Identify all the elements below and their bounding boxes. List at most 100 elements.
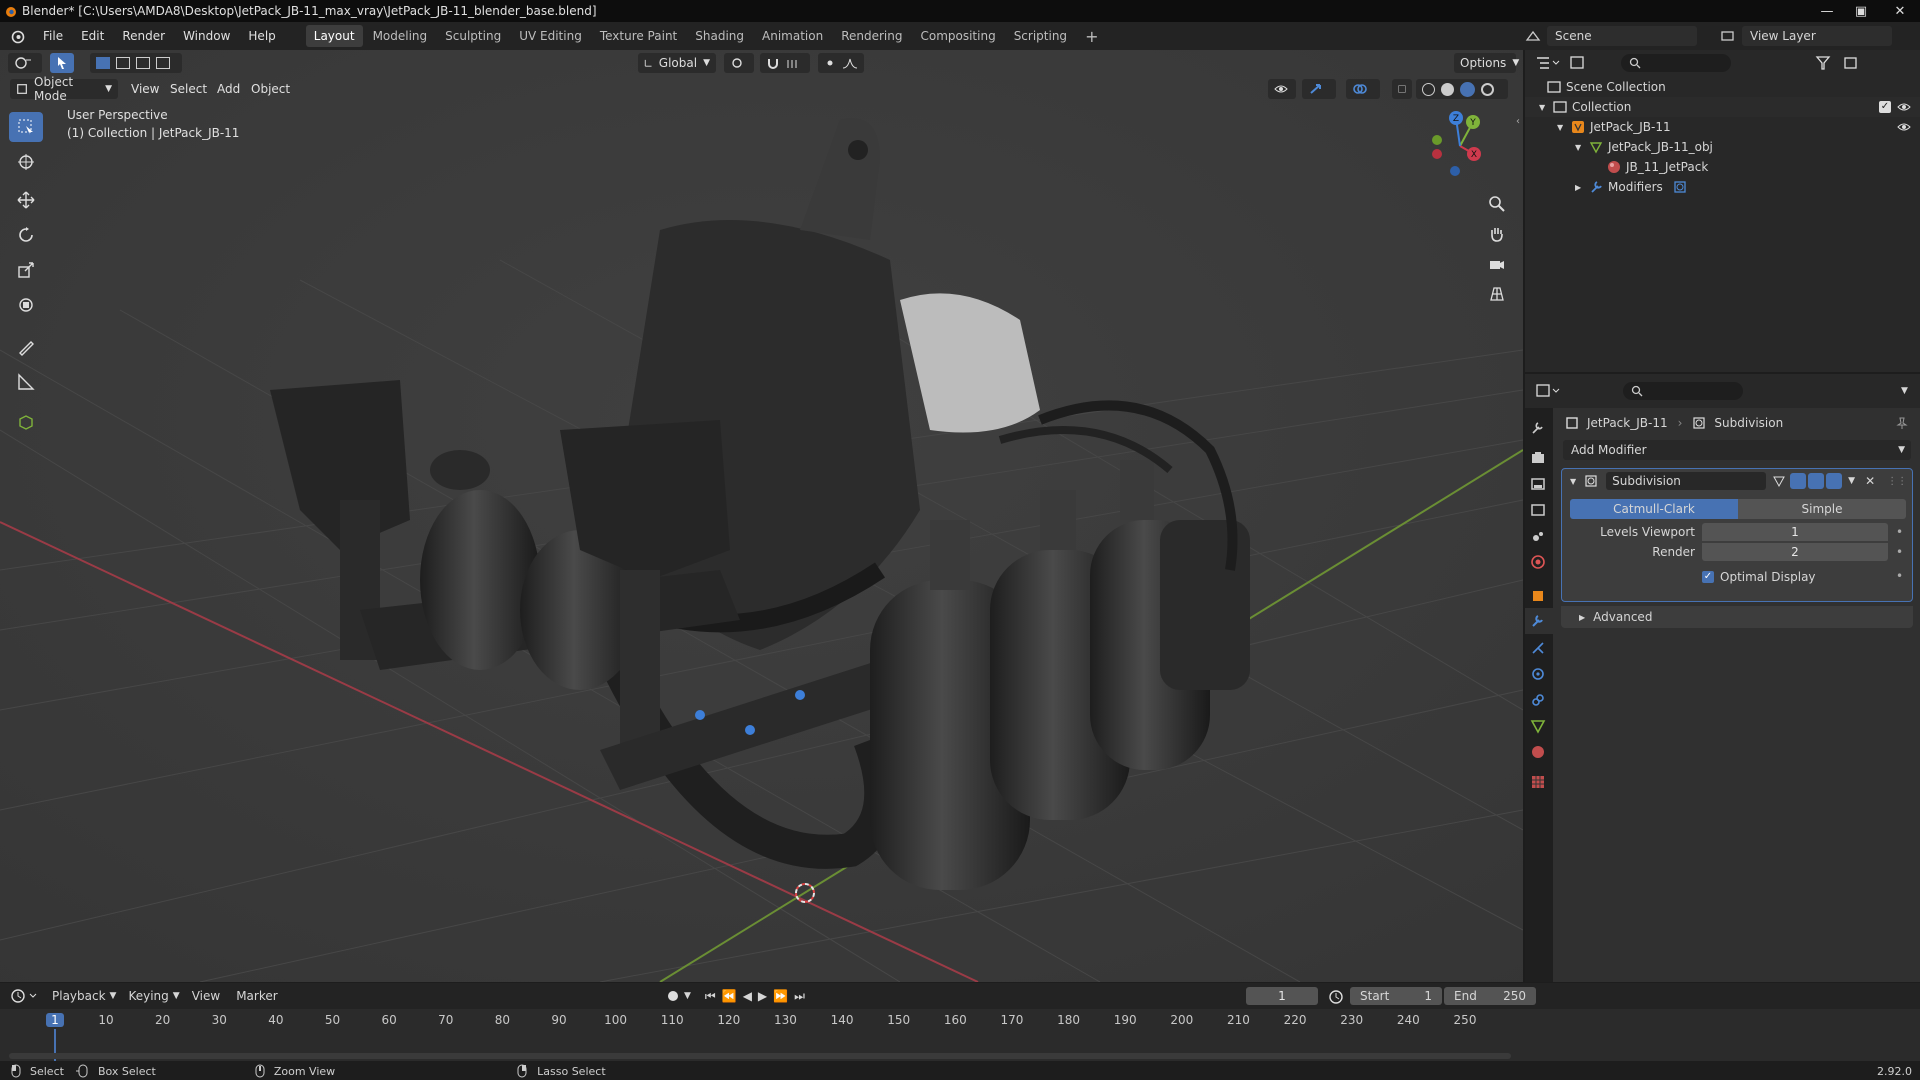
viewport-menu-object[interactable]: Object [251, 82, 290, 96]
prev-keyframe-icon[interactable]: ⏪ [722, 989, 737, 1003]
visibility-dropdown[interactable] [1268, 79, 1296, 99]
gizmo-toggle[interactable] [1302, 79, 1336, 99]
modifier-name-field[interactable]: Subdivision [1606, 472, 1767, 490]
workspace-tab-texture-paint[interactable]: Texture Paint [592, 25, 685, 47]
play-icon[interactable]: ▶ [758, 989, 767, 1003]
data-tab[interactable] [1530, 718, 1546, 737]
rotate-tool[interactable] [9, 220, 43, 250]
outliner-row-material[interactable]: JB_11_JetPack [1525, 157, 1920, 177]
keyframe-dot-icon[interactable]: • [1896, 569, 1903, 583]
scene-tab[interactable] [1530, 528, 1546, 547]
timeline-view-menu[interactable]: View [192, 989, 220, 1003]
move-tool[interactable] [9, 185, 43, 215]
measure-tool[interactable] [9, 367, 43, 397]
expand-arrow-icon[interactable]: ▼ [1557, 123, 1571, 132]
viewport-toggle-icon[interactable] [1808, 473, 1825, 489]
exclude-checkbox[interactable]: ✓ [1879, 101, 1891, 113]
properties-editor-icon[interactable] [1535, 383, 1561, 399]
clock-icon[interactable] [10, 988, 40, 1004]
levels-viewport-field[interactable]: 1 [1702, 523, 1888, 541]
menu-file[interactable]: File [34, 22, 72, 50]
camera-view-button[interactable] [1488, 255, 1510, 277]
select-invert-icon[interactable] [156, 57, 170, 69]
expand-arrow-icon[interactable]: ▼ [1575, 143, 1589, 152]
snap-toggle[interactable] [760, 53, 810, 73]
chevron-down-icon[interactable]: ▼ [1901, 386, 1908, 396]
preview-range-icon[interactable] [1328, 989, 1344, 1005]
constraints-tab[interactable] [1530, 692, 1546, 711]
add-modifier-dropdown[interactable]: Add Modifier ▼ [1563, 440, 1911, 460]
proportional-editing-toggle[interactable] [818, 53, 864, 73]
keyframe-dot-icon[interactable]: • [1896, 525, 1903, 539]
neg-z-axis-handle[interactable] [1450, 166, 1460, 176]
texture-tab[interactable] [1530, 774, 1546, 793]
transform-tool[interactable] [9, 290, 43, 320]
workspace-tab-animation[interactable]: Animation [754, 25, 831, 47]
world-tab[interactable] [1530, 554, 1546, 573]
collapse-arrow-icon[interactable]: ▼ [1570, 477, 1576, 486]
jump-start-icon[interactable]: ⏮ [705, 989, 716, 1004]
sidebar-toggle-icon[interactable]: ‹ [1516, 116, 1523, 130]
outliner-row-jetpack-collection[interactable]: ▼ JetPack_JB-11 [1525, 117, 1920, 137]
blender-menu-icon[interactable] [10, 28, 26, 44]
view-layer-selector[interactable]: View Layer [1720, 25, 1892, 47]
close-window-button[interactable]: ✕ [1882, 0, 1918, 22]
viewport-menu-view[interactable]: View [131, 82, 159, 96]
mode-dropdown[interactable]: Object Mode ▼ [10, 75, 118, 103]
timeline-scrollbar[interactable] [9, 1053, 1511, 1059]
tool-tab[interactable] [1530, 420, 1546, 439]
menu-help[interactable]: Help [239, 22, 284, 50]
start-frame-field[interactable]: Start 1 [1350, 987, 1442, 1005]
play-reverse-icon[interactable]: ◀ [743, 989, 752, 1003]
expand-arrow-icon[interactable]: ▶ [1575, 183, 1589, 192]
eye-icon[interactable] [1897, 101, 1911, 113]
next-keyframe-icon[interactable]: ⏩ [773, 989, 788, 1003]
outliner-search-input[interactable] [1621, 54, 1731, 72]
optimal-display-checkbox[interactable]: ✓ Optimal Display [1702, 569, 1816, 585]
outliner-row-modifiers[interactable]: ▶ Modifiers [1525, 177, 1920, 197]
add-workspace-icon[interactable]: + [1077, 25, 1106, 47]
add-cube-tool[interactable] [9, 407, 43, 437]
close-icon[interactable]: ✕ [1865, 474, 1875, 488]
cursor-tool[interactable] [9, 147, 43, 177]
selection-mode-buttons[interactable] [90, 53, 182, 73]
modifiers-tab[interactable] [1525, 608, 1553, 634]
pivot-point-dropdown[interactable] [724, 53, 754, 73]
rendered-shading-icon[interactable] [1481, 82, 1494, 96]
scene-selector[interactable]: Scene [1525, 25, 1697, 47]
jump-end-icon[interactable]: ⏭ [794, 989, 805, 1004]
select-extend-icon[interactable] [116, 57, 130, 69]
filter-icon[interactable] [1815, 55, 1841, 71]
render-toggle-icon[interactable] [1826, 473, 1843, 489]
workspace-tab-rendering[interactable]: Rendering [833, 25, 910, 47]
3d-viewport[interactable]: Global ▼ Options ▼ Object Mode ▼ View Se… [0, 50, 1523, 982]
particles-tab[interactable] [1530, 640, 1546, 659]
minimize-button[interactable]: — [1812, 0, 1842, 22]
keying-menu[interactable]: Keying [128, 989, 168, 1003]
pin-icon[interactable] [1895, 416, 1909, 430]
timeline-ruler[interactable]: 1 10 20 30 40 50 60 70 80 90 100 110 120 130 140 150 160… [0, 1009, 1520, 1061]
shading-mode-buttons[interactable] [1416, 79, 1508, 99]
select-new-icon[interactable] [96, 57, 110, 69]
physics-tab[interactable] [1530, 666, 1546, 685]
pan-view-button[interactable] [1488, 225, 1510, 247]
workspace-tab-compositing[interactable]: Compositing [912, 25, 1003, 47]
zoom-view-button[interactable] [1488, 195, 1510, 217]
workspace-tab-scripting[interactable]: Scripting [1006, 25, 1075, 47]
workspace-tab-shading[interactable]: Shading [687, 25, 752, 47]
editor-type-menu[interactable] [8, 53, 42, 73]
eye-icon[interactable] [1897, 121, 1911, 133]
end-frame-field[interactable]: End 250 [1444, 987, 1536, 1005]
outliner-row-jetpack-obj[interactable]: ▼ JetPack_JB-11_obj [1525, 137, 1920, 157]
overlays-toggle[interactable] [1346, 79, 1380, 99]
workspace-tab-layout[interactable]: Layout [305, 25, 363, 47]
chevron-down-icon[interactable]: ▼ [1848, 476, 1855, 486]
output-tab[interactable] [1530, 476, 1546, 495]
catmull-clark-button[interactable]: Catmull-Clark [1570, 499, 1738, 519]
marker-menu[interactable]: Marker [236, 989, 277, 1003]
new-collection-icon[interactable] [1843, 55, 1859, 71]
viewport-menu-add[interactable]: Add [217, 82, 240, 96]
edit-mode-toggle-icon[interactable] [1772, 474, 1786, 488]
menu-window[interactable]: Window [174, 22, 239, 50]
material-tab[interactable] [1530, 744, 1546, 763]
